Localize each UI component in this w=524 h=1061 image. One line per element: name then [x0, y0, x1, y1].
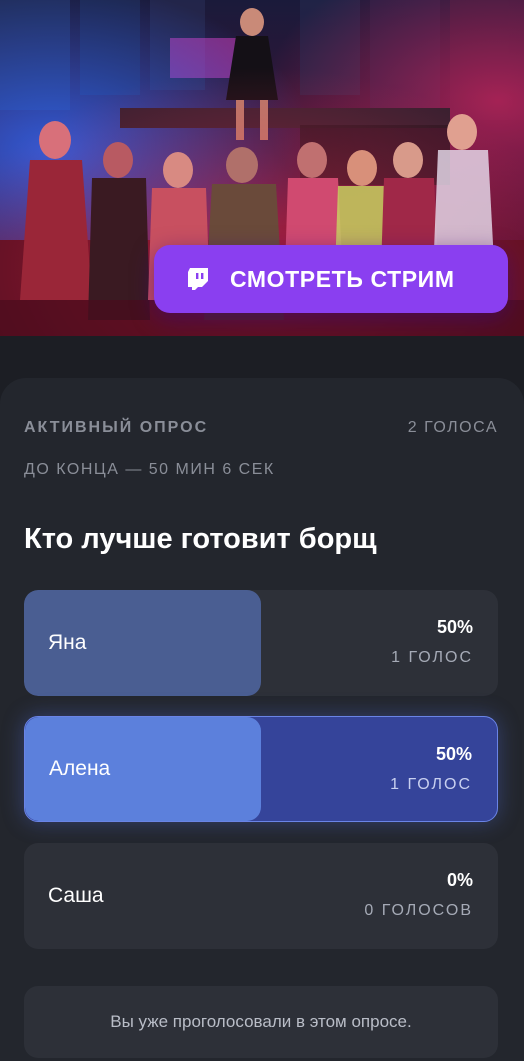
poll-status-label: АКТИВНЫЙ ОПРОС — [24, 419, 209, 436]
watch-stream-button[interactable]: СМОТРЕТЬ СТРИМ — [154, 245, 508, 313]
poll-option-percent: 50% — [435, 744, 472, 764]
poll-option-percent: 0% — [446, 870, 473, 890]
poll-total-votes: 2 ГОЛОСА — [407, 419, 498, 436]
poll-option-votes: 1 ГОЛОС — [390, 776, 472, 793]
twitch-icon — [188, 268, 208, 290]
poll-option[interactable]: Саша 0% 0 ГОЛОСОВ — [24, 843, 498, 949]
poll-option-votes: 0 ГОЛОСОВ — [364, 902, 473, 919]
poll-screen: СМОТРЕТЬ СТРИМ АКТИВНЫЙ ОПРОС 2 ГОЛОСА Д… — [0, 0, 524, 1061]
poll-option-percent: 50% — [436, 617, 473, 637]
hero-photo: СМОТРЕТЬ СТРИМ — [0, 0, 524, 336]
poll-option[interactable]: Яна 50% 1 ГОЛОС — [24, 590, 498, 696]
poll-option-name: Алена — [49, 757, 111, 780]
voted-notice: Вы уже проголосовали в этом опросе. — [24, 986, 498, 1058]
poll-question: Кто лучше готовит борщ — [24, 523, 377, 555]
watch-stream-label: СМОТРЕТЬ СТРИМ — [230, 265, 455, 292]
poll-option-name: Яна — [48, 631, 87, 654]
poll-option-votes: 1 ГОЛОС — [391, 649, 473, 666]
poll-option-name: Саша — [48, 884, 104, 907]
poll-option[interactable]: Алена 50% 1 ГОЛОС — [24, 716, 498, 822]
poll-timer: ДО КОНЦА — 50 МИН 6 СЕК — [24, 461, 275, 478]
poll-meta: АКТИВНЫЙ ОПРОС 2 ГОЛОСА — [24, 416, 498, 440]
